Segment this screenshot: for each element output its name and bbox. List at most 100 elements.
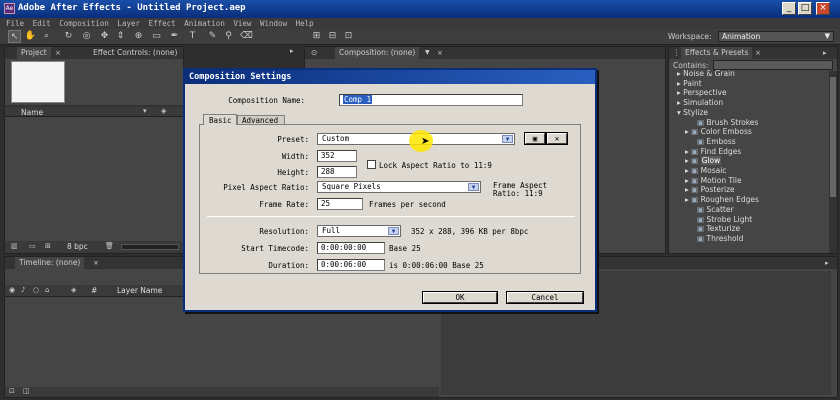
workspace-select[interactable]: Animation ▼ bbox=[718, 31, 834, 42]
label-icon[interactable]: ◈ bbox=[71, 286, 76, 294]
close-icon[interactable]: × bbox=[755, 47, 761, 59]
effect-category[interactable]: ▸ Perspective bbox=[669, 88, 839, 98]
pixel-aspect-ratio-select[interactable]: Square Pixels ▼ bbox=[317, 181, 481, 193]
effect-item-selected[interactable]: ▸ ▣ Glow bbox=[669, 156, 839, 166]
column-header-layer-name[interactable]: Layer Name bbox=[117, 286, 162, 295]
effect-item[interactable]: ▣ Brush Strokes bbox=[669, 118, 839, 128]
close-icon[interactable]: × bbox=[93, 257, 99, 269]
toggle-switches-icon[interactable]: ⊡ bbox=[9, 387, 15, 395]
effect-item[interactable]: ▣ Emboss bbox=[669, 137, 839, 147]
close-button[interactable]: × bbox=[816, 2, 830, 15]
column-header-name[interactable]: Name bbox=[21, 108, 43, 117]
chevron-down-icon[interactable]: ▾ bbox=[143, 107, 147, 115]
menu-layer[interactable]: Layer bbox=[117, 18, 140, 29]
eraser-tool-icon[interactable]: ⌫ bbox=[240, 30, 253, 43]
effect-item[interactable]: ▸ ▣ Find Edges bbox=[669, 147, 839, 157]
lock-aspect-checkbox[interactable] bbox=[367, 160, 376, 169]
lock-icon[interactable]: ⊙ bbox=[311, 47, 317, 59]
interpret-footage-icon[interactable]: ▥ bbox=[11, 242, 18, 250]
brush-tool-icon[interactable]: ✎ bbox=[206, 30, 219, 43]
effect-item[interactable]: ▸ ▣ Posterize bbox=[669, 185, 839, 195]
tab-project[interactable]: Project bbox=[17, 47, 51, 59]
tab-basic[interactable]: Basic bbox=[203, 114, 237, 125]
eye-icon[interactable]: ◉ bbox=[9, 286, 15, 294]
clone-stamp-icon[interactable]: ⚲ bbox=[222, 30, 235, 43]
axis-mode-icon[interactable]: ⊞ bbox=[310, 30, 323, 43]
effect-category[interactable]: ▸ Paint bbox=[669, 79, 839, 89]
effect-item[interactable]: ▸ ▣ Mosaic bbox=[669, 166, 839, 176]
effect-item-label: Motion Tile bbox=[700, 175, 742, 185]
comp-name-input[interactable]: Comp 1 bbox=[339, 94, 523, 106]
frame-rate-input[interactable]: 25 bbox=[317, 198, 363, 210]
effect-category[interactable]: ▾ Stylize bbox=[669, 108, 839, 118]
cancel-button[interactable]: Cancel bbox=[506, 291, 584, 304]
world-axis-icon[interactable]: ⊟ bbox=[326, 30, 339, 43]
effect-category[interactable]: ▸ Noise & Grain bbox=[669, 69, 839, 79]
horizontal-scrollbar[interactable] bbox=[121, 244, 179, 250]
panel-menu-icon[interactable]: ▸ bbox=[825, 257, 829, 269]
delete-icon[interactable]: 🗑 bbox=[105, 242, 114, 250]
resolution-select[interactable]: Full ▼ bbox=[317, 225, 401, 237]
panel-menu-icon[interactable]: ▸ bbox=[290, 47, 294, 55]
tab-timeline[interactable]: Timeline: (none) bbox=[15, 257, 85, 269]
solo-icon[interactable]: ○ bbox=[33, 286, 39, 294]
lock-aspect-label: Lock Aspect Ratio to 11:9 bbox=[379, 161, 492, 170]
vertical-scrollbar[interactable] bbox=[829, 71, 837, 253]
menu-view[interactable]: View bbox=[233, 18, 251, 29]
toggle-modes-icon[interactable]: ◫ bbox=[23, 387, 30, 395]
panel-menu-icon[interactable]: ▸ bbox=[823, 47, 827, 59]
effect-item[interactable]: ▸ ▣ Roughen Edges bbox=[669, 195, 839, 205]
tab-effects-presets[interactable]: Effects & Presets bbox=[681, 47, 753, 59]
tab-composition[interactable]: Composition: (none) bbox=[335, 47, 420, 59]
track-xy-icon[interactable]: ✥ bbox=[98, 30, 111, 43]
close-icon[interactable]: × bbox=[55, 47, 61, 59]
effect-item[interactable]: ▸ ▣ Motion Tile bbox=[669, 176, 839, 186]
height-input[interactable]: 288 bbox=[317, 166, 357, 178]
effect-item[interactable]: ▸ ▣ Color Emboss bbox=[669, 127, 839, 137]
tag-icon[interactable]: ◈ bbox=[161, 107, 166, 115]
zoom-tool-icon[interactable]: ⌕ bbox=[40, 30, 53, 43]
effect-item[interactable]: ▣ Scatter bbox=[669, 205, 839, 215]
effect-icon: ▣ bbox=[691, 175, 699, 185]
tab-effect-controls[interactable]: Effect Controls: (none) bbox=[93, 47, 177, 59]
effect-category[interactable]: ▸ Simulation bbox=[669, 98, 839, 108]
view-axis-icon[interactable]: ⊡ bbox=[342, 30, 355, 43]
start-timecode-input[interactable]: 0:00:00:00 bbox=[317, 242, 385, 254]
menu-composition[interactable]: Composition bbox=[59, 18, 109, 29]
rotate-tool-icon[interactable]: ↻ bbox=[62, 30, 75, 43]
maximize-button[interactable]: □ bbox=[798, 2, 812, 15]
text-tool-icon[interactable]: T bbox=[186, 30, 199, 43]
column-header-number[interactable]: # bbox=[91, 286, 97, 295]
menu-effect[interactable]: Effect bbox=[149, 18, 176, 29]
save-preset-button[interactable]: ▣ bbox=[524, 132, 546, 145]
new-comp-icon[interactable]: ⊞ bbox=[45, 242, 51, 250]
orbit-camera-icon[interactable]: ◎ bbox=[80, 30, 93, 43]
hand-tool-icon[interactable]: ✋ bbox=[24, 30, 37, 43]
menu-help[interactable]: Help bbox=[296, 18, 314, 29]
menu-edit[interactable]: Edit bbox=[33, 18, 51, 29]
delete-preset-button[interactable]: ✕ bbox=[546, 132, 568, 145]
menu-file[interactable]: File bbox=[6, 18, 24, 29]
scrollbar-thumb[interactable] bbox=[830, 77, 836, 197]
effect-item[interactable]: ▣ Threshold bbox=[669, 234, 839, 244]
effects-list: ▸ Noise & Grain ▸ Paint ▸ Perspective ▸ … bbox=[669, 69, 829, 253]
bpc-label[interactable]: 8 bpc bbox=[67, 242, 88, 251]
new-folder-icon[interactable]: ▭ bbox=[29, 242, 36, 250]
lock-icon[interactable]: ⌂ bbox=[45, 286, 49, 294]
effect-item[interactable]: ▣ Strobe Light bbox=[669, 215, 839, 225]
rectangle-mask-icon[interactable]: ▭ bbox=[150, 30, 163, 43]
duration-input[interactable]: 0:00:06:00 bbox=[317, 259, 385, 271]
effect-item[interactable]: ▣ Texturize bbox=[669, 224, 839, 234]
audio-icon[interactable]: ♪ bbox=[21, 286, 25, 294]
close-icon[interactable]: × bbox=[437, 47, 443, 59]
minimize-button[interactable]: _ bbox=[782, 2, 796, 15]
menu-window[interactable]: Window bbox=[260, 18, 287, 29]
width-input[interactable]: 352 bbox=[317, 150, 357, 162]
pan-behind-icon[interactable]: ⊕ bbox=[132, 30, 145, 43]
chevron-down-icon[interactable]: ▼ bbox=[425, 47, 430, 59]
ok-button[interactable]: OK bbox=[422, 291, 498, 304]
menu-animation[interactable]: Animation bbox=[184, 18, 225, 29]
track-z-icon[interactable]: ⇕ bbox=[114, 30, 127, 43]
selection-tool-icon[interactable]: ↖ bbox=[8, 30, 21, 43]
pen-tool-icon[interactable]: ✒ bbox=[168, 30, 181, 43]
